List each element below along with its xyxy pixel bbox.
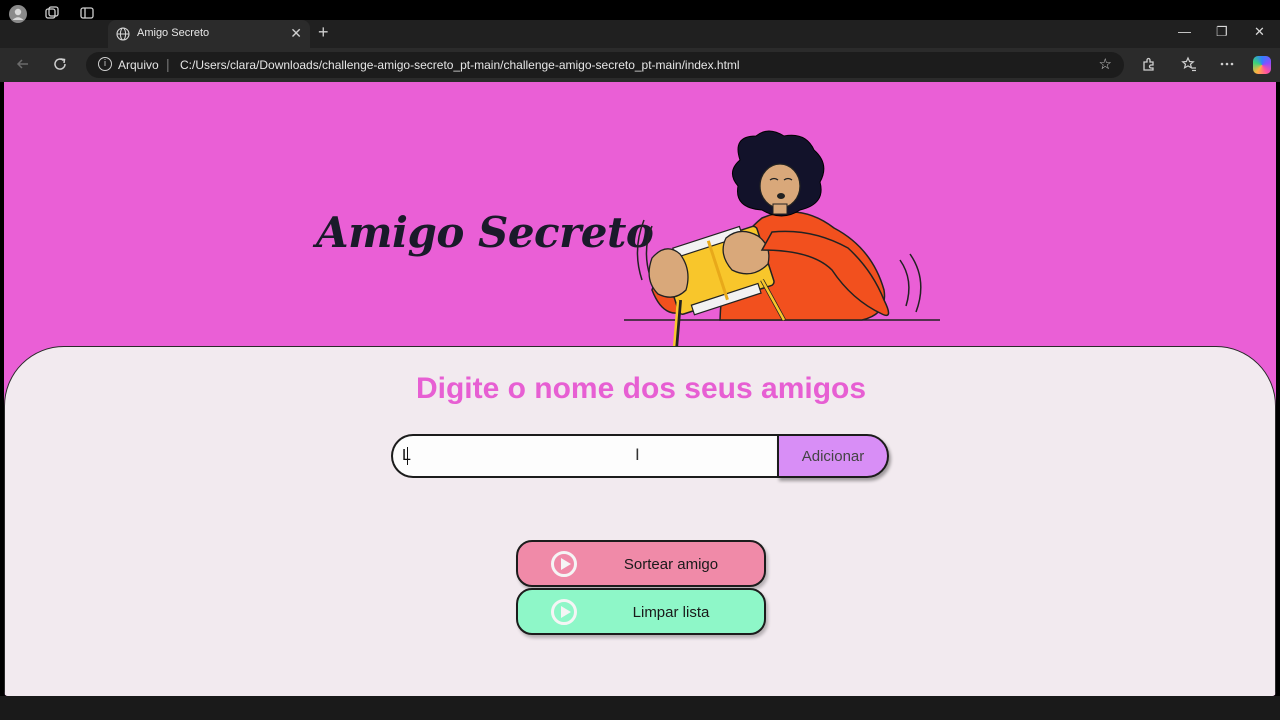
- back-icon[interactable]: [15, 56, 31, 77]
- favorites-icon[interactable]: [1181, 56, 1197, 76]
- new-tab-button[interactable]: +: [318, 22, 329, 43]
- copilot-icon[interactable]: [1253, 56, 1271, 74]
- play-icon: [551, 551, 577, 577]
- friend-name-input[interactable]: [391, 434, 779, 478]
- workspaces-icon[interactable]: [43, 5, 61, 23]
- extensions-icon[interactable]: [1141, 56, 1157, 76]
- close-window-button[interactable]: ✕: [1254, 24, 1265, 40]
- tab-title: Amigo Secreto: [137, 27, 210, 39]
- clear-list-label: Limpar lista: [632, 604, 710, 621]
- add-button[interactable]: Adicionar: [777, 434, 889, 478]
- address-scheme: Arquivo: [118, 58, 159, 72]
- add-friend-form: I Adicionar: [391, 434, 891, 478]
- tab-close-icon[interactable]: ✕: [290, 25, 302, 42]
- favorite-star-icon[interactable]: ☆: [1099, 55, 1112, 73]
- maximize-button[interactable]: ❐: [1216, 24, 1228, 40]
- profile-icon[interactable]: [9, 5, 27, 23]
- minimize-button[interactable]: —: [1178, 24, 1191, 39]
- tab-actions-icon[interactable]: [78, 5, 96, 23]
- address-url[interactable]: C:/Users/clara/Downloads/challenge-amigo…: [180, 58, 740, 72]
- more-icon[interactable]: [1219, 56, 1235, 76]
- address-separator: |: [166, 56, 170, 72]
- browser-tab[interactable]: Amigo Secreto ✕: [108, 20, 310, 48]
- draw-friend-button[interactable]: Sortear amigo: [516, 540, 766, 587]
- screen-top-border: [0, 0, 1280, 20]
- hero-title: Amigo Secreto: [316, 208, 654, 257]
- refresh-icon[interactable]: [52, 56, 68, 77]
- globe-icon: [116, 27, 130, 41]
- text-cursor-icon: I: [635, 445, 640, 464]
- person-with-gift-illustration: [622, 130, 952, 350]
- info-icon[interactable]: i: [98, 57, 112, 71]
- main-content-card: Digite o nome dos seus amigos I Adiciona…: [4, 346, 1276, 696]
- text-caret: [407, 447, 408, 465]
- play-icon: [551, 599, 577, 625]
- page-viewport: Amigo Secreto Digite o nome dos seus ami…: [4, 82, 1276, 696]
- section-title: Digite o nome dos seus amigos: [415, 372, 867, 405]
- screen-bottom-border: [0, 696, 1280, 720]
- clear-list-button[interactable]: Limpar lista: [516, 588, 766, 635]
- draw-friend-label: Sortear amigo: [623, 556, 719, 573]
- address-bar[interactable]: i Arquivo | C:/Users/clara/Downloads/cha…: [86, 52, 1124, 78]
